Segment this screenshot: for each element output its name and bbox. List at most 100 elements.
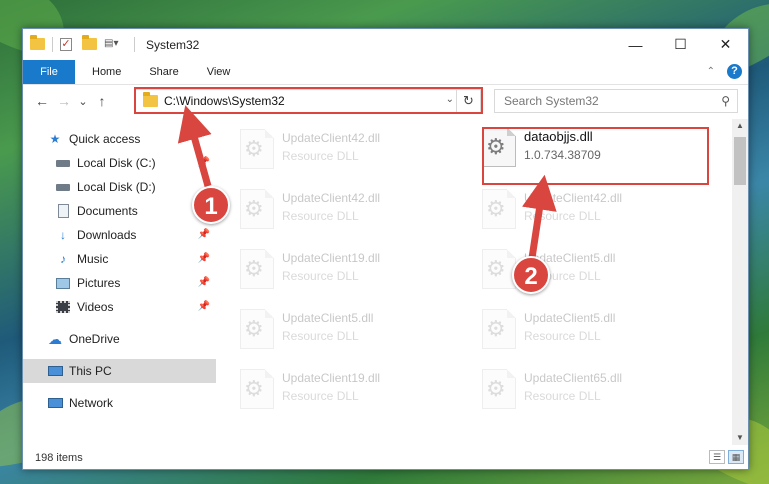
sidebar-item-label: OneDrive [69, 332, 120, 346]
quick-access-toolbar: ✓ ▤▾ [23, 34, 142, 52]
toolbar-divider [134, 37, 135, 52]
file-description: Resource DLL [282, 149, 359, 163]
file-tile[interactable]: UpdateClient19.dll Resource DLL [240, 241, 465, 301]
file-tile[interactable]: UpdateClient65.dll Resource DLL [482, 361, 707, 421]
forward-button[interactable]: → [53, 93, 75, 109]
step-marker-1: 1 [192, 186, 230, 224]
sidebar-item-downloads[interactable]: ↓ Downloads 📌 [23, 223, 216, 247]
sidebar-item-videos[interactable]: Videos 📌 [23, 295, 216, 319]
status-bar: 198 items ☰ ▦ [23, 447, 748, 469]
details-view-icon[interactable]: ☰ [709, 450, 725, 464]
sidebar-item-label: Pictures [77, 276, 121, 290]
properties-icon[interactable]: ✓ [60, 37, 74, 52]
pin-icon[interactable]: 📌 [198, 229, 210, 240]
sidebar-item-label: Videos [77, 300, 114, 314]
back-button[interactable]: ← [31, 93, 53, 109]
star-icon: ★ [49, 132, 61, 146]
pin-icon[interactable]: 📌 [198, 277, 210, 288]
refresh-button[interactable]: ↻ [456, 90, 480, 112]
cloud-icon: ☁ [48, 330, 62, 347]
address-path[interactable]: C:\Windows\System32 [164, 94, 285, 108]
step-marker-2: 2 [512, 256, 550, 294]
tiles-view-icon[interactable]: ▦ [728, 450, 744, 464]
close-button[interactable]: ✕ [703, 29, 748, 60]
sidebar-item-this-pc[interactable]: This PC [23, 359, 216, 383]
sidebar-item-local-disk-d[interactable]: Local Disk (D:) [23, 175, 216, 199]
dll-file-icon [240, 249, 274, 289]
sidebar-item-local-disk-c[interactable]: Local Disk (C:) 📌 [23, 151, 216, 175]
ribbon-right: ⌃ ? [707, 64, 742, 79]
file-name: UpdateClient19.dll [282, 371, 381, 385]
download-icon: ↓ [60, 228, 66, 242]
file-version: 1.0.734.38709 [524, 148, 601, 162]
search-input[interactable]: Search System32 ⚲ [494, 89, 738, 113]
maximize-button[interactable]: ☐ [658, 29, 703, 60]
sidebar-item-onedrive[interactable]: ☁ OneDrive [23, 327, 216, 351]
pin-icon[interactable]: 📌 [198, 157, 210, 168]
dll-file-icon [482, 369, 516, 409]
pin-icon[interactable]: 📌 [198, 301, 210, 312]
new-folder-icon[interactable] [82, 34, 97, 52]
dll-file-icon [240, 189, 274, 229]
file-tile-dataobjjs[interactable]: dataobjjs.dll 1.0.734.38709 [482, 119, 707, 179]
navigation-pane: ★ Quick access Local Disk (C:) 📌 Local D… [23, 119, 216, 445]
dll-file-icon [240, 129, 274, 169]
file-tile[interactable]: UpdateClient42.dll Resource DLL [240, 181, 465, 241]
file-tile[interactable]: UpdateClient42.dll Resource DLL [482, 181, 707, 241]
file-name: dataobjjs.dll [524, 129, 593, 144]
collapse-ribbon-icon[interactable]: ⌃ [707, 66, 715, 77]
tab-view[interactable]: View [193, 60, 245, 84]
scroll-down-icon[interactable]: ▼ [732, 431, 748, 445]
file-description: Resource DLL [524, 389, 601, 403]
minimize-button[interactable]: — [613, 29, 658, 60]
dll-file-icon [240, 309, 274, 349]
file-description: Resource DLL [524, 209, 601, 223]
scroll-up-icon[interactable]: ▲ [732, 119, 748, 133]
file-name: UpdateClient65.dll [524, 371, 623, 385]
tab-share[interactable]: Share [135, 60, 192, 84]
file-name: UpdateClient5.dll [524, 311, 616, 325]
scroll-thumb[interactable] [734, 137, 746, 185]
dll-file-icon [482, 127, 516, 167]
file-tile[interactable]: UpdateClient19.dll Resource DLL [240, 361, 465, 421]
search-icon[interactable]: ⚲ [721, 94, 730, 108]
folder-icon[interactable] [30, 34, 45, 52]
tab-home[interactable]: Home [75, 60, 135, 84]
address-bar[interactable]: C:\Windows\System32 ⌄ ↻ [135, 89, 481, 113]
pin-icon[interactable]: 📌 [198, 253, 210, 264]
up-button[interactable]: ↑ [91, 93, 113, 109]
sidebar-item-label: Local Disk (D:) [77, 180, 156, 194]
sidebar-item-label: This PC [69, 364, 112, 378]
ribbon-tabs: File Home Share View ⌃ ? [23, 60, 748, 85]
sidebar-item-music[interactable]: ♪ Music 📌 [23, 247, 216, 271]
file-name: UpdateClient19.dll [282, 251, 381, 265]
sidebar-item-quick-access[interactable]: ★ Quick access [23, 127, 216, 151]
file-tile[interactable]: UpdateClient42.dll Resource DLL [240, 121, 465, 181]
drive-icon [55, 180, 71, 194]
videos-icon [55, 300, 71, 314]
sidebar-item-documents[interactable]: Documents [23, 199, 216, 223]
sidebar-item-network[interactable]: Network [23, 391, 216, 415]
vertical-scrollbar[interactable]: ▲ ▼ [732, 119, 748, 445]
file-tile[interactable]: UpdateClient5.dll Resource DLL [482, 301, 707, 361]
file-tile[interactable]: UpdateClient5.dll Resource DLL [240, 301, 465, 361]
tab-file[interactable]: File [23, 60, 75, 84]
sidebar-item-label: Network [69, 396, 114, 410]
address-row: ← → ⌄ ↑ C:\Windows\System32 ⌄ ↻ Search S… [23, 86, 748, 116]
customize-toolbar-icon[interactable]: ▤▾ [104, 38, 126, 52]
address-dropdown-icon[interactable]: ⌄ [446, 94, 454, 105]
sidebar-item-pictures[interactable]: Pictures 📌 [23, 271, 216, 295]
file-description: Resource DLL [282, 329, 359, 343]
window-title: System32 [146, 37, 200, 52]
music-icon: ♪ [60, 252, 66, 266]
file-description: Resource DLL [524, 329, 601, 343]
help-icon[interactable]: ? [727, 64, 742, 79]
sidebar-item-label: Downloads [77, 228, 137, 242]
recent-locations-button[interactable]: ⌄ [75, 95, 91, 108]
dll-file-icon [240, 369, 274, 409]
file-name: UpdateClient42.dll [282, 131, 381, 145]
file-name: UpdateClient5.dll [282, 311, 374, 325]
title-bar: ✓ ▤▾ System32 — ☐ ✕ [23, 29, 748, 60]
file-list: UpdateClient42.dll Resource DLL UpdateCli… [216, 119, 734, 445]
sidebar-item-label: Local Disk (C:) [77, 156, 156, 170]
